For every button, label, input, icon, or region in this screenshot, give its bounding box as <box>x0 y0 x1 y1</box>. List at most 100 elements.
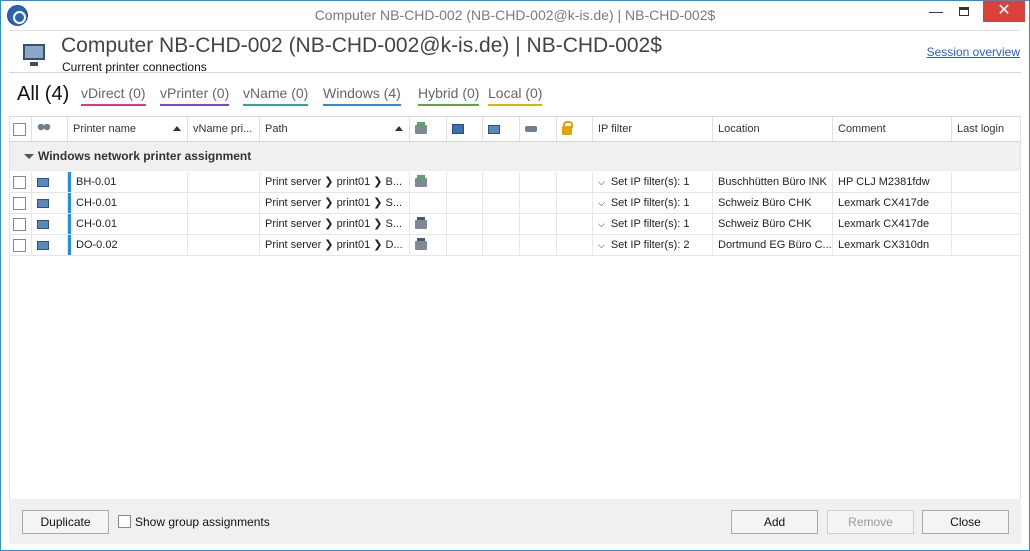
printer-connections-window: Computer NB-CHD-002 (NB-CHD-002@k-is.de)… <box>0 0 1030 551</box>
row-type-cell <box>32 193 68 213</box>
comment-cell: Lexmark CX417de <box>833 193 952 213</box>
printer-settings-cell <box>447 235 483 255</box>
table-row[interactable]: BH-0.01 Print server ❯ print01 ❯ B... ⌵ Set… <box>10 172 1020 193</box>
tab-vdirect[interactable]: vDirect (0) <box>81 85 146 106</box>
network-printer-icon <box>488 124 500 134</box>
group-header-windows[interactable]: Windows network printer assignment <box>10 142 1020 171</box>
lock-cell <box>557 214 593 234</box>
printer-name-column-header[interactable]: Printer name <box>68 117 188 141</box>
remove-button[interactable]: Remove <box>827 510 914 534</box>
connector-icon <box>525 126 537 133</box>
printer-icon <box>415 121 427 134</box>
lock-cell <box>557 193 593 213</box>
maximize-button[interactable] <box>949 1 979 22</box>
row-select-cell <box>10 193 32 213</box>
add-button[interactable]: Add <box>731 510 818 534</box>
last-login-column-header[interactable]: Last login <box>952 117 1022 141</box>
path-cell: Print server ❯ print01 ❯ S... <box>260 214 410 234</box>
network-cell <box>483 214 520 234</box>
expand-chevron-icon[interactable]: ⌵ <box>598 214 605 234</box>
windows-type-marker <box>68 214 71 234</box>
printer-icon <box>415 237 427 250</box>
expand-chevron-icon[interactable]: ⌵ <box>598 235 605 255</box>
path-header-label: Path <box>265 123 288 135</box>
printer-grid: Printer name vName pri... Path IP filter… <box>9 116 1021 499</box>
windows-type-marker <box>68 235 71 255</box>
ip-filter-cell[interactable]: ⌵ Set IP filter(s): 2 <box>593 235 713 255</box>
printer-icon <box>415 216 427 229</box>
vname-printer-cell <box>188 172 260 192</box>
path-cell: Print server ❯ print01 ❯ B... <box>260 172 410 192</box>
printer-status-cell <box>410 193 447 213</box>
table-row[interactable]: DO-0.02 Print server ❯ print01 ❯ D... ⌵ Set… <box>10 235 1020 256</box>
row-checkbox[interactable] <box>13 175 26 189</box>
minimize-button[interactable]: — <box>921 1 951 22</box>
ip-filter-cell[interactable]: ⌵ Set IP filter(s): 1 <box>593 193 713 213</box>
minimize-icon: — <box>929 3 943 19</box>
ip-filter-text: Set IP filter(s): 1 <box>610 218 690 230</box>
tab-local[interactable]: Local (0) <box>488 85 543 106</box>
ip-filter-text: Set IP filter(s): 1 <box>610 197 690 209</box>
page-title: Computer NB-CHD-002 (NB-CHD-002@k-is.de)… <box>61 34 662 57</box>
printer-column-header[interactable] <box>410 117 447 141</box>
users-column-header[interactable] <box>32 117 68 141</box>
location-column-header[interactable]: Location <box>713 117 833 141</box>
comment-column-header[interactable]: Comment <box>833 117 952 141</box>
connector-cell <box>520 235 557 255</box>
ip-filter-cell[interactable]: ⌵ Set IP filter(s): 1 <box>593 172 713 192</box>
row-type-cell <box>32 172 68 192</box>
ip-filter-cell[interactable]: ⌵ Set IP filter(s): 1 <box>593 214 713 234</box>
vname-printer-column-header[interactable]: vName pri... <box>188 117 260 141</box>
tab-windows[interactable]: Windows (4) <box>323 85 401 106</box>
printer-name-cell: CH-0.01 <box>68 214 188 234</box>
path-column-header[interactable]: Path <box>260 117 410 141</box>
settings-printer-column-header[interactable] <box>447 117 483 141</box>
printer-status-cell <box>410 214 447 234</box>
network-cell <box>483 235 520 255</box>
session-overview-link[interactable]: Session overview <box>927 45 1020 59</box>
printer-name-text: BH-0.01 <box>76 176 117 188</box>
printer-icon <box>415 174 427 187</box>
expand-chevron-icon[interactable]: ⌵ <box>598 172 605 192</box>
connector-cell <box>520 172 557 192</box>
ip-filter-column-header[interactable]: IP filter <box>593 117 713 141</box>
select-all-checkbox[interactable] <box>13 122 26 136</box>
network-cell <box>483 193 520 213</box>
printer-settings-cell <box>447 214 483 234</box>
select-all-cell <box>10 117 32 141</box>
vname-printer-cell <box>188 214 260 234</box>
row-checkbox[interactable] <box>13 217 26 231</box>
vname-printer-cell <box>188 193 260 213</box>
row-checkbox[interactable] <box>13 196 26 210</box>
close-button[interactable]: Close <box>922 510 1009 534</box>
footer-bar: Duplicate Show group assignments Add Rem… <box>9 499 1021 544</box>
expand-chevron-icon[interactable]: ⌵ <box>598 193 605 213</box>
path-cell: Print server ❯ print01 ❯ D... <box>260 235 410 255</box>
show-group-checkbox[interactable] <box>118 515 131 528</box>
duplicate-button[interactable]: Duplicate <box>22 510 109 534</box>
table-row[interactable]: CH-0.01 Print server ❯ print01 ❯ S... ⌵ Set… <box>10 193 1020 214</box>
close-window-button[interactable]: ✕ <box>983 1 1025 22</box>
network-column-header[interactable] <box>483 117 520 141</box>
tab-vprinter[interactable]: vPrinter (0) <box>160 85 230 106</box>
close-icon: ✕ <box>997 2 1011 19</box>
sort-ascending-icon <box>395 126 403 131</box>
printer-name-text: CH-0.01 <box>76 218 117 230</box>
row-checkbox[interactable] <box>13 238 26 252</box>
tab-vname[interactable]: vName (0) <box>243 85 309 106</box>
lock-icon <box>562 121 573 136</box>
printer-name-text: DO-0.02 <box>76 239 118 251</box>
comment-cell: HP CLJ M2381fdw <box>833 172 952 192</box>
comment-cell: Lexmark CX417de <box>833 214 952 234</box>
page-header: Computer NB-CHD-002 (NB-CHD-002@k-is.de)… <box>9 30 1021 74</box>
connector-column-header[interactable] <box>520 117 557 141</box>
collapse-chevron-icon <box>24 154 34 160</box>
location-cell: Schweiz Büro CHK <box>713 214 833 234</box>
table-row[interactable]: CH-0.01 Print server ❯ print01 ❯ S... ⌵ Set… <box>10 214 1020 235</box>
tab-hybrid[interactable]: Hybrid (0) <box>418 85 480 106</box>
title-bar: Computer NB-CHD-002 (NB-CHD-002@k-is.de)… <box>1 1 1029 30</box>
last-login-cell <box>952 214 1022 234</box>
show-group-assignments[interactable]: Show group assignments <box>118 515 270 529</box>
lock-column-header[interactable] <box>557 117 593 141</box>
tab-all[interactable]: All (4) <box>17 83 69 109</box>
